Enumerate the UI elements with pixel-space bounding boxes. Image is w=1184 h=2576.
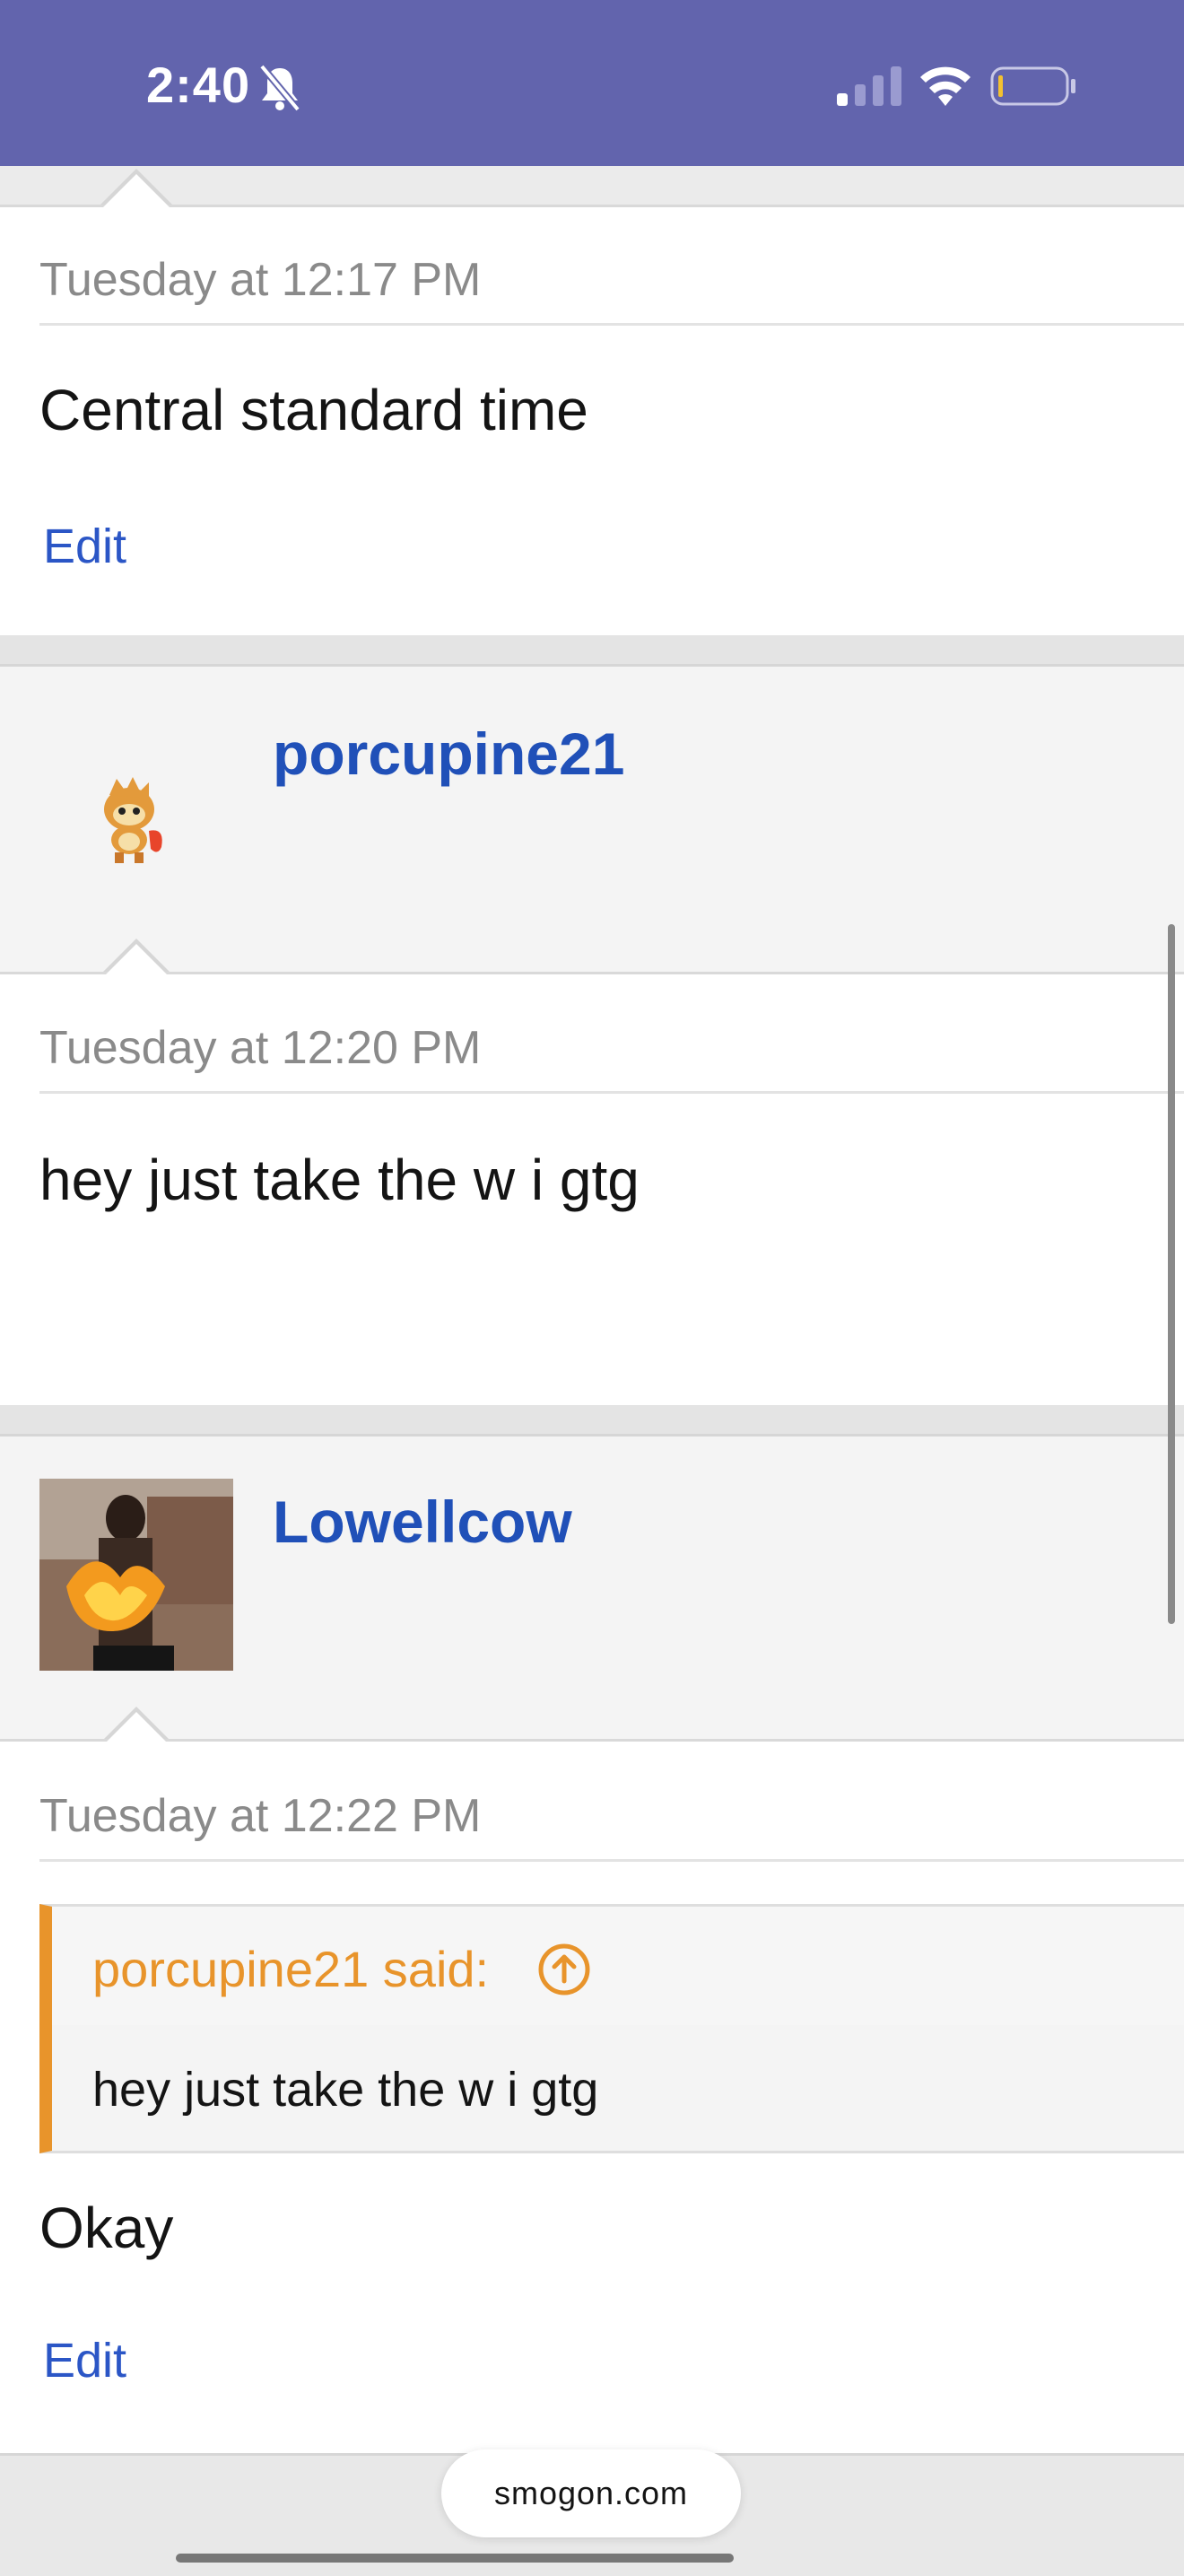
author-bar	[0, 664, 1184, 976]
post-date[interactable]: Tuesday at 12:17 PM	[39, 253, 481, 307]
scrollbar[interactable]	[1168, 924, 1175, 1624]
post-text: Okay	[39, 2196, 174, 2260]
cellular-signal-icon	[837, 66, 901, 106]
author-username[interactable]: Lowellcow	[273, 1488, 572, 1556]
quote-attribution[interactable]: porcupine21 said:	[92, 1940, 489, 1998]
edit-link[interactable]: Edit	[43, 2333, 126, 2388]
home-indicator[interactable]	[176, 2554, 734, 2563]
avatar[interactable]	[39, 1479, 233, 1671]
url-text: smogon.com	[493, 2475, 689, 2511]
battery-icon	[990, 66, 1075, 106]
arrow-up-circle-icon[interactable]	[536, 1942, 592, 1997]
edit-link[interactable]: Edit	[43, 519, 126, 574]
divider	[39, 1859, 1184, 1862]
status-time: 2:40	[146, 57, 251, 113]
divider	[39, 1091, 1184, 1094]
wifi-icon	[920, 66, 971, 106]
avatar[interactable]	[90, 777, 170, 867]
post-text: Central standard time	[39, 378, 588, 442]
url-bar[interactable]: smogon.com	[441, 2449, 741, 2537]
post-text: hey just take the w i gtg	[39, 1148, 640, 1212]
author-username[interactable]: porcupine21	[273, 720, 624, 788]
post-date[interactable]: Tuesday at 12:22 PM	[39, 1789, 481, 1843]
quote-text: hey just take the w i gtg	[92, 2063, 599, 2117]
divider	[39, 323, 1184, 326]
bell-muted-icon	[258, 64, 301, 112]
post-date[interactable]: Tuesday at 12:20 PM	[39, 1021, 481, 1075]
